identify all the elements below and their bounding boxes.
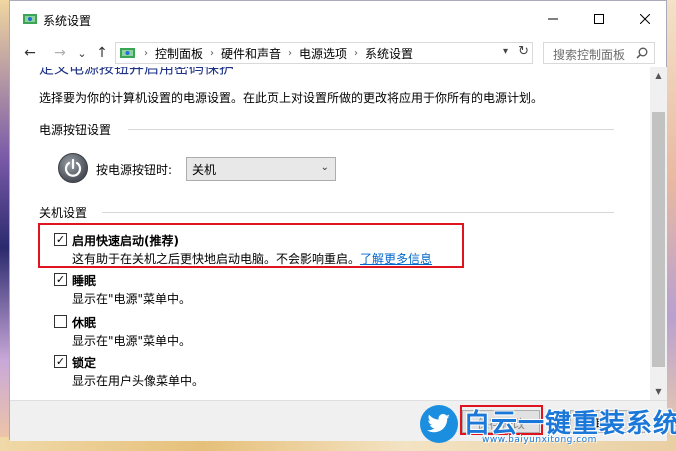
scroll-up-icon[interactable]: ▲ — [650, 67, 667, 84]
breadcrumb-separator-icon: › — [288, 47, 293, 59]
search-input[interactable]: 搜索控制面板 — [543, 42, 655, 64]
checkbox-fast-startup[interactable]: ✓ — [54, 233, 67, 246]
breadcrumb-item[interactable]: 控制面板 — [155, 45, 203, 62]
option-label: 睡眠 — [72, 274, 97, 288]
desktop-wallpaper-right — [666, 0, 676, 451]
close-button[interactable] — [622, 1, 668, 37]
refresh-icon[interactable]: ↻ — [518, 44, 529, 59]
maximize-icon — [594, 14, 604, 24]
vertical-scrollbar[interactable]: ▲ ▼ — [650, 67, 667, 400]
breadcrumb-separator-icon: › — [144, 47, 148, 59]
chevron-down-icon: ⌄ — [77, 46, 87, 60]
chevron-down-icon: ⌄ — [320, 162, 329, 173]
page-description: 选择要为你的计算机设置的电源设置。在此页上对设置所做的更改将应用于你所有的电源计… — [39, 91, 544, 105]
option-description: 显示在"电源"菜单中。 — [72, 334, 192, 348]
breadcrumb-item[interactable]: 电源选项 — [299, 45, 347, 62]
address-bar[interactable]: › 控制面板 › 硬件和声音 › 电源选项 › 系统设置 ▾ ↻ — [115, 42, 533, 64]
twitter-bird-icon — [420, 405, 458, 443]
page-title: 定义电源按钮并启用密码保护 — [39, 67, 235, 77]
navigation-bar: ← → ⌄ ↑ › 控制面板 › 硬件和声音 › 电源选项 › 系统设置 ▾ ↻ — [10, 37, 666, 67]
recent-locations-button[interactable]: ⌄ — [72, 43, 92, 63]
group-divider — [128, 129, 614, 130]
maximize-button[interactable] — [576, 1, 622, 37]
checkmark-icon: ✓ — [55, 355, 66, 368]
scroll-down-icon[interactable]: ▼ — [650, 383, 667, 400]
back-button[interactable]: ← — [20, 43, 40, 63]
forward-button[interactable]: → — [50, 43, 70, 63]
checkbox-sleep[interactable]: ✓ — [54, 273, 67, 286]
group-title-power-button: 电源按钮设置 — [39, 123, 112, 137]
watermark: 白云一键重装系统 www.baiyunxitong.com — [420, 403, 676, 447]
minimize-icon — [548, 18, 558, 20]
power-button-action-select[interactable]: 关机 ⌄ — [186, 157, 336, 181]
control-panel-icon — [23, 14, 37, 24]
window-title: 系统设置 — [43, 14, 92, 28]
back-arrow-icon: ← — [24, 45, 36, 61]
watermark-url: www.baiyunxitong.com — [482, 435, 597, 445]
power-button-action-value: 关机 — [192, 163, 217, 177]
breadcrumb-item[interactable]: 硬件和声音 — [221, 45, 281, 62]
scrollbar-thumb[interactable] — [652, 112, 665, 367]
up-button[interactable]: ↑ — [92, 43, 112, 63]
bird-icon — [427, 414, 450, 433]
option-description: 显示在"电源"菜单中。 — [72, 292, 192, 306]
breadcrumb-separator-icon: › — [210, 47, 215, 59]
checkmark-icon: ✓ — [55, 273, 66, 286]
address-dropdown-icon[interactable]: ▾ — [503, 46, 508, 57]
up-arrow-icon: ↑ — [96, 45, 108, 61]
breadcrumb-item[interactable]: 系统设置 — [365, 45, 413, 62]
group-title-shutdown: 关机设置 — [39, 206, 88, 220]
option-label: 休眠 — [72, 316, 97, 330]
breadcrumb: › 控制面板 › 硬件和声音 › 电源选项 › 系统设置 — [137, 45, 413, 62]
title-bar[interactable]: 系统设置 — [10, 1, 666, 37]
option-label: 锁定 — [72, 356, 97, 370]
search-placeholder: 搜索控制面板 — [553, 48, 626, 62]
option-label: 启用快速启动(推荐) — [72, 234, 179, 248]
checkmark-icon: ✓ — [55, 233, 66, 246]
system-settings-window: 系统设置 ← → ⌄ ↑ › 控制面板 › 硬件和声音 › 电源选项 › 系统设… — [9, 0, 667, 441]
minimize-button[interactable] — [530, 1, 576, 37]
checkbox-hibernate[interactable] — [54, 315, 67, 328]
forward-arrow-icon: → — [54, 45, 66, 61]
control-panel-icon — [120, 48, 135, 58]
option-description: 这有助于在关机之后更快地启动电脑。不会影响重启。了解更多信息 — [72, 252, 433, 266]
power-button-label: 按电源按钮时: — [96, 163, 173, 177]
breadcrumb-separator-icon: › — [354, 47, 359, 59]
settings-content: 定义电源按钮并启用密码保护 选择要为你的计算机设置的电源设置。在此页上对设置所做… — [10, 67, 650, 400]
learn-more-link[interactable]: 了解更多信息 — [360, 252, 432, 266]
close-icon — [640, 14, 650, 24]
group-divider — [102, 212, 614, 213]
power-icon — [58, 153, 88, 183]
power-symbol-icon — [64, 158, 82, 177]
search-icon — [636, 47, 648, 59]
option-description: 显示在用户头像菜单中。 — [72, 374, 205, 388]
checkbox-lock[interactable]: ✓ — [54, 355, 67, 368]
